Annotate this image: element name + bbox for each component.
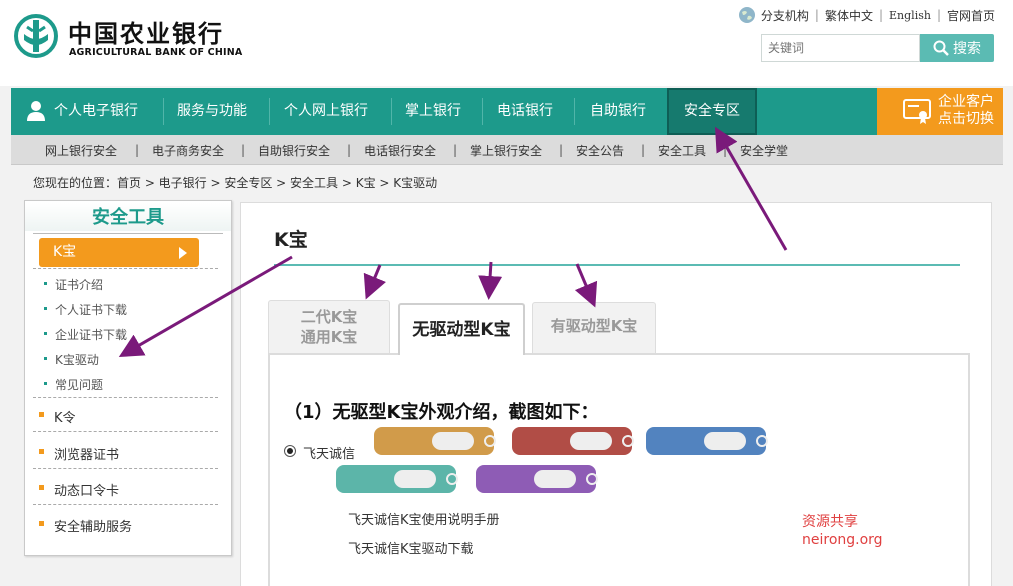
sidebar: 安全工具 K宝 证书介绍 个人证书下载 企业证书下载 K宝驱动 常见问题 K令 …	[24, 200, 232, 556]
orange-usb-key-icon	[374, 427, 496, 455]
top-link-english[interactable]: English	[889, 9, 931, 22]
sidebar-item-kbao-label: K宝	[53, 244, 77, 260]
top-link-branches[interactable]: 分支机构	[761, 7, 809, 24]
top-link-traditional[interactable]: 繁体中文	[825, 7, 873, 24]
nav-personal-ebank[interactable]: 个人电子银行	[54, 88, 138, 135]
corp-line2: 点击切换	[938, 111, 994, 127]
globe-icon	[738, 7, 755, 23]
breadcrumb: 您现在的位置：首页 > 电子银行 > 安全专区 > 安全工具 > K宝 > K宝…	[33, 176, 438, 190]
section-heading: （1）无驱型K宝外观介绍，截图如下：	[284, 402, 599, 423]
subnav-security-school[interactable]: 安全学堂	[740, 142, 788, 159]
tab-driver-kbao[interactable]: 有驱动型K宝	[532, 302, 656, 354]
sidebar-title: 安全工具	[25, 203, 231, 231]
sidebar-sub-faq[interactable]: 常见问题	[44, 376, 103, 393]
sidebar-sub-personal-cert[interactable]: 个人证书下载	[44, 301, 127, 318]
nav-mobile-banking[interactable]: 掌上银行	[405, 88, 461, 135]
search-input[interactable]	[761, 34, 920, 62]
top-links: 分支机构 | 繁体中文 | English | 官网首页	[738, 6, 995, 24]
sidebar-item-kbao[interactable]: K宝	[39, 238, 199, 267]
purple-usb-key-icon	[476, 465, 598, 493]
content-title: K宝	[274, 229, 308, 251]
nav-services[interactable]: 服务与功能	[177, 88, 247, 135]
watermark-url: neirong.org	[802, 532, 883, 548]
subnav-online-security[interactable]: 网上银行安全	[45, 142, 117, 159]
corporate-switch-button[interactable]: 企业客户 点击切换	[877, 88, 1003, 135]
vendor-radio[interactable]	[284, 445, 296, 457]
logo-chinese-name: 中国农业银行	[68, 20, 224, 48]
search-button-label: 搜索	[953, 41, 981, 57]
top-link-home[interactable]: 官网首页	[947, 7, 995, 24]
subnav-mobile-security[interactable]: 掌上银行安全	[470, 142, 542, 159]
sidebar-item-browser-cert[interactable]: 浏览器证书	[39, 444, 119, 463]
main-nav: 个人电子银行 服务与功能 个人网上银行 掌上银行 电话银行 自助银行 安全专区	[11, 88, 1003, 135]
tab-driverless-kbao[interactable]: 无驱动型K宝	[398, 303, 525, 355]
search-icon	[933, 40, 949, 56]
vendor-label: 飞天诚信	[303, 447, 356, 462]
teal-usb-key-icon	[336, 465, 458, 493]
link-kbao-driver-download[interactable]: 飞天诚信K宝驱动下载	[348, 538, 474, 557]
nav-self-service[interactable]: 自助银行	[590, 88, 646, 135]
tab-second-gen-kbao[interactable]: 二代K宝 通用K宝	[268, 300, 390, 354]
nav-phone-banking[interactable]: 电话银行	[497, 88, 553, 135]
subnav-phone-security[interactable]: 电话银行安全	[364, 142, 436, 159]
nav-security-zone[interactable]: 安全专区	[667, 88, 757, 135]
sidebar-sub-corp-cert[interactable]: 企业证书下载	[44, 326, 127, 343]
certificate-icon	[903, 99, 931, 124]
header: 中国农业银行 AGRICULTURAL BANK OF CHINA 分支机构 |…	[0, 0, 1013, 86]
sidebar-item-assist-service[interactable]: 安全辅助服务	[39, 516, 132, 535]
corp-line1: 企业客户	[938, 94, 994, 110]
user-icon	[27, 101, 45, 121]
search-button[interactable]: 搜索	[920, 34, 994, 62]
subnav-security-tools[interactable]: 安全工具	[658, 142, 706, 159]
watermark-text: 资源共享	[802, 514, 858, 530]
sub-nav: 网上银行安全 | 电子商务安全 | 自助银行安全 | 电话银行安全 | 掌上银行…	[11, 135, 1003, 165]
sidebar-sub-kbao-driver[interactable]: K宝驱动	[44, 351, 99, 368]
play-triangle-icon	[179, 247, 187, 259]
sidebar-item-kling[interactable]: K令	[39, 407, 76, 426]
subnav-ecommerce-security[interactable]: 电子商务安全	[152, 142, 224, 159]
red-usb-key-icon	[512, 427, 634, 455]
nav-online-banking[interactable]: 个人网上银行	[284, 88, 368, 135]
abc-logo-icon[interactable]	[14, 14, 58, 58]
sidebar-item-dynamic-card[interactable]: 动态口令卡	[39, 480, 119, 499]
link-kbao-manual[interactable]: 飞天诚信K宝使用说明手册	[348, 509, 500, 528]
subnav-self-service-security[interactable]: 自助银行安全	[258, 142, 330, 159]
logo-english-name: AGRICULTURAL BANK OF CHINA	[69, 47, 243, 58]
subnav-security-notices[interactable]: 安全公告	[576, 142, 624, 159]
blue-usb-key-icon	[646, 427, 768, 455]
sidebar-sub-cert-intro[interactable]: 证书介绍	[44, 276, 103, 293]
